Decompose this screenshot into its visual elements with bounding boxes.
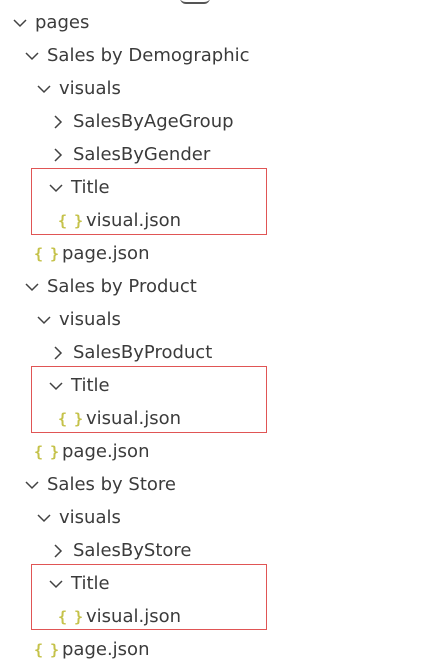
- folder-label: pages: [35, 12, 90, 33]
- clipped-row-remnant: [180, 0, 210, 4]
- chevron-down-icon: [22, 46, 42, 66]
- chevron-down-icon: [10, 13, 30, 33]
- file-label: page.json: [62, 243, 150, 264]
- folder-label: Sales by Store: [47, 474, 177, 495]
- folder-label: SalesByAgeGroup: [73, 111, 234, 132]
- folder-label: Sales by Demographic: [47, 45, 250, 66]
- chevron-right-icon: [48, 343, 68, 363]
- chevron-down-icon: [34, 310, 54, 330]
- tree-folder-visual[interactable]: SalesByProduct: [0, 336, 430, 369]
- chevron-down-icon: [34, 508, 54, 528]
- chevron-down-icon: [22, 277, 42, 297]
- tree-file-page-json[interactable]: { } page.json: [0, 237, 430, 270]
- folder-label: SalesByProduct: [73, 342, 213, 363]
- tree-folder-visual[interactable]: SalesByGender: [0, 138, 430, 171]
- folder-label: SalesByGender: [73, 144, 211, 165]
- json-file-icon: { }: [34, 442, 59, 461]
- tree-folder-page[interactable]: Sales by Store: [0, 468, 430, 501]
- highlight-box: [31, 168, 267, 235]
- tree-folder-visuals[interactable]: visuals: [0, 303, 430, 336]
- tree-folder-page[interactable]: Sales by Product: [0, 270, 430, 303]
- folder-label: visuals: [59, 507, 121, 528]
- chevron-down-icon: [22, 475, 42, 495]
- chevron-right-icon: [48, 541, 68, 561]
- json-file-icon: { }: [34, 244, 59, 263]
- tree-folder-visuals[interactable]: visuals: [0, 501, 430, 534]
- json-file-icon: { }: [34, 640, 59, 659]
- tree-folder-page[interactable]: Sales by Demographic: [0, 39, 430, 72]
- folder-label: visuals: [59, 78, 121, 99]
- tree-folder-visuals[interactable]: visuals: [0, 72, 430, 105]
- chevron-right-icon: [48, 145, 68, 165]
- file-label: page.json: [62, 441, 150, 462]
- tree-folder-visual[interactable]: SalesByAgeGroup: [0, 105, 430, 138]
- chevron-down-icon: [34, 79, 54, 99]
- tree-folder-visual[interactable]: SalesByStore: [0, 534, 430, 567]
- file-explorer-tree: pages Sales by Demographic visuals Sales…: [0, 0, 430, 664]
- file-label: page.json: [62, 639, 150, 660]
- folder-label: visuals: [59, 309, 121, 330]
- chevron-right-icon: [48, 112, 68, 132]
- highlight-box: [31, 564, 267, 630]
- highlight-box: [31, 366, 267, 433]
- folder-label: SalesByStore: [73, 540, 192, 561]
- folder-label: Sales by Product: [47, 276, 197, 297]
- tree-folder-pages[interactable]: pages: [0, 6, 430, 39]
- tree-file-page-json[interactable]: { } page.json: [0, 435, 430, 468]
- tree-file-page-json[interactable]: { } page.json: [0, 633, 430, 664]
